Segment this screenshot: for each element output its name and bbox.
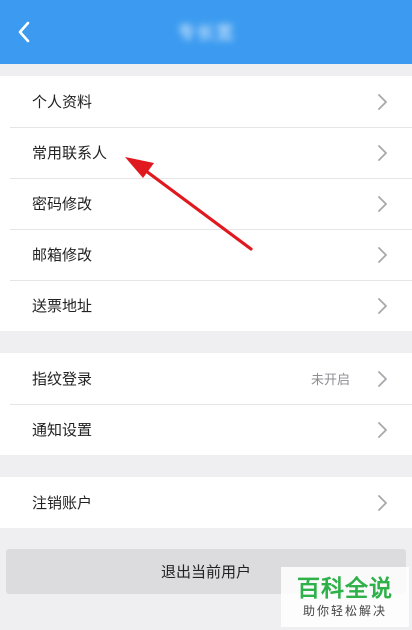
settings-item-label: 注销账户 — [32, 494, 93, 512]
settings-item-email[interactable]: 邮箱修改 — [0, 229, 412, 280]
settings-item-label: 通知设置 — [32, 421, 93, 439]
account-cancel-group: 注销账户 — [0, 477, 412, 528]
chevron-left-icon — [18, 21, 30, 43]
settings-item-contacts[interactable]: 常用联系人 — [0, 127, 412, 178]
settings-item-delivery-address[interactable]: 送票地址 — [0, 280, 412, 331]
settings-item-notifications[interactable]: 通知设置 — [0, 404, 412, 455]
chevron-right-icon — [378, 145, 387, 161]
settings-item-cancel-account[interactable]: 注销账户 — [0, 477, 412, 528]
watermark-slogan: 助你轻松解决 — [302, 604, 387, 618]
settings-item-label: 邮箱修改 — [32, 246, 93, 264]
watermark-logo: 百科全说 助你轻松解决 — [281, 567, 409, 627]
chevron-right-icon — [378, 196, 387, 212]
settings-item-label: 个人资料 — [32, 93, 93, 111]
settings-item-label: 送票地址 — [32, 297, 93, 315]
chevron-right-icon — [378, 371, 387, 387]
settings-item-password[interactable]: 密码修改 — [0, 178, 412, 229]
chevron-right-icon — [378, 298, 387, 314]
chevron-right-icon — [378, 422, 387, 438]
security-settings-group: 指纹登录 未开启 通知设置 — [0, 353, 412, 455]
watermark-brand: 百科全说 — [297, 576, 393, 602]
settings-item-label: 指纹登录 — [32, 370, 93, 388]
settings-item-label: 密码修改 — [32, 195, 93, 213]
nav-bar: 专长宽 — [0, 0, 412, 64]
fingerprint-status: 未开启 — [310, 373, 350, 388]
settings-item-profile[interactable]: 个人资料 — [0, 76, 412, 127]
page-title: 专长宽 — [177, 23, 235, 44]
chevron-right-icon — [378, 94, 387, 110]
settings-item-fingerprint-login[interactable]: 指纹登录 未开启 — [0, 353, 412, 404]
back-button[interactable] — [6, 14, 42, 50]
settings-screen: 专长宽 个人资料 常用联系人 密码修改 邮箱修改 送票地址 指纹登录 未开启 通… — [0, 0, 412, 630]
chevron-right-icon — [378, 247, 387, 263]
chevron-right-icon — [378, 495, 387, 511]
settings-item-label: 常用联系人 — [32, 144, 108, 162]
account-settings-group: 个人资料 常用联系人 密码修改 邮箱修改 送票地址 — [0, 76, 412, 331]
